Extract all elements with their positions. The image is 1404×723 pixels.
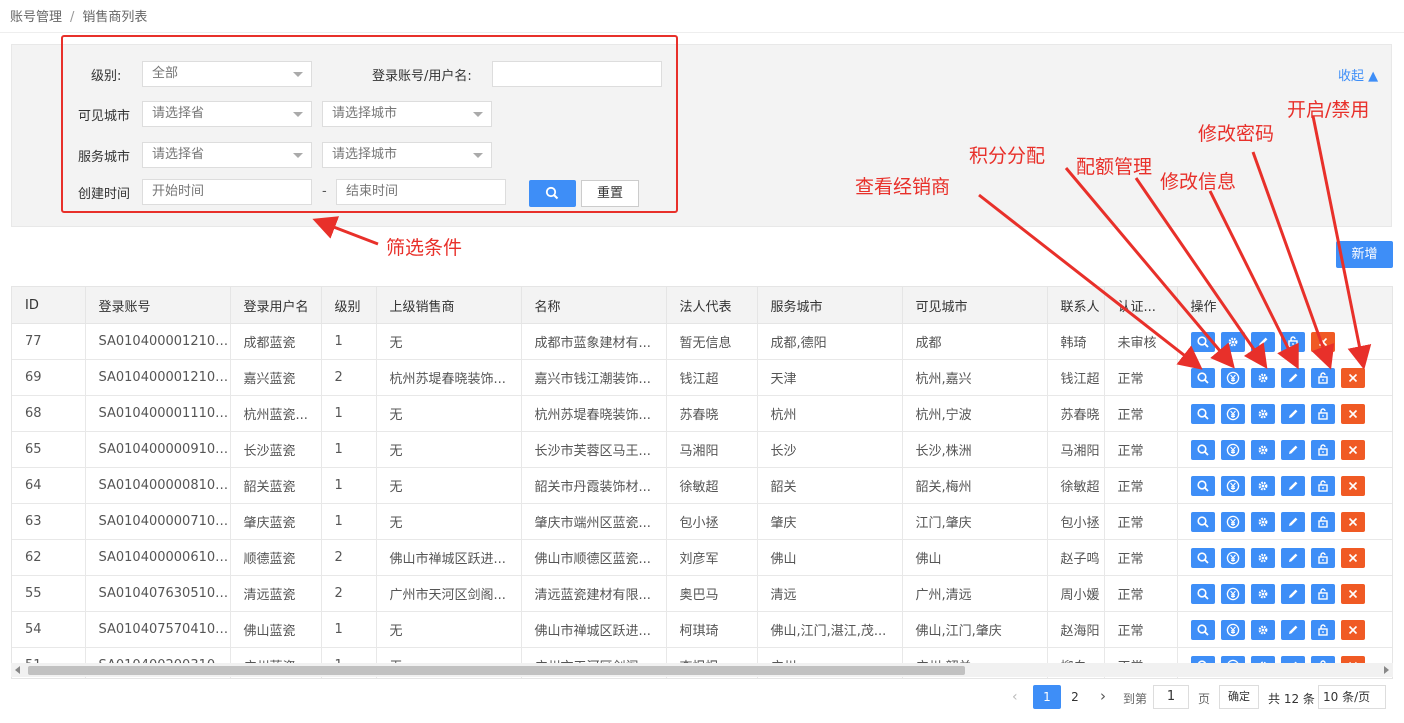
edit-info-arrow: [1208, 190, 1299, 370]
points-annotation: 积分分配: [969, 145, 1046, 167]
quota-annotation: 配额管理: [1076, 156, 1153, 178]
toggle-arrow: [1311, 115, 1372, 370]
edit-info-annotation: 修改信息: [1160, 171, 1237, 193]
password-annotation: 修改密码: [1198, 123, 1275, 145]
view-annotation: 查看经销商: [855, 176, 951, 198]
quota-arrow: [1134, 177, 1268, 369]
annotation-arrows: [312, 115, 1372, 370]
password-arrow: [1251, 151, 1335, 370]
filter-annotation: 筛选条件: [386, 237, 463, 259]
filter-arrow: [312, 216, 379, 246]
toggle-annotation: 开启/禁用: [1287, 99, 1370, 121]
